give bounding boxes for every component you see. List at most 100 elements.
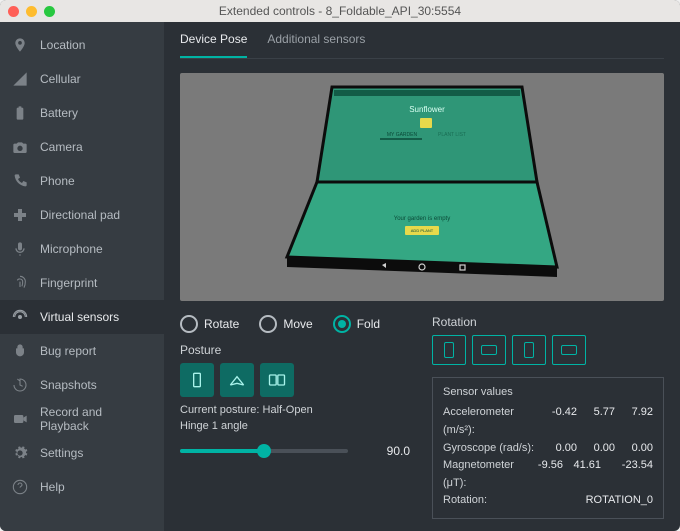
sidebar: Location Cellular Battery Camera Phone D… [0,22,164,531]
sidebar-item-fingerprint[interactable]: Fingerprint [0,266,164,300]
rotation-landscape-button[interactable] [472,335,506,365]
sidebar-item-label: Help [40,480,65,494]
record-icon [12,411,28,427]
sensor-value: -23.54 [601,457,653,475]
sidebar-item-label: Cellular [40,72,81,86]
hinge-angle-slider[interactable] [180,449,348,453]
radio-icon [180,315,198,333]
sidebar-item-phone[interactable]: Phone [0,164,164,198]
sidebar-item-virtual-sensors[interactable]: Virtual sensors [0,300,164,334]
hinge-label: Hinge 1 angle [180,420,248,432]
sidebar-item-directional-pad[interactable]: Directional pad [0,198,164,232]
foldable-device-render: Sunflower MY GARDEN PLANT LIST Your ga [272,82,572,292]
sidebar-item-label: Virtual sensors [40,310,119,324]
landscape-icon [561,345,577,355]
sensor-value: 7.92 [615,404,653,422]
sensor-value: ROTATION_0 [586,492,653,510]
sensor-value: 0.00 [615,440,653,458]
portrait-icon [524,342,534,358]
sensor-value: 0.00 [539,440,577,458]
sensor-value: 0.00 [577,440,615,458]
posture-closed-button[interactable] [180,363,214,397]
rotation-label: Rotation [432,315,664,329]
rotation-buttons [432,335,664,365]
sidebar-item-label: Directional pad [40,208,120,222]
posture-half-open-icon [227,370,247,390]
tab-additional-sensors[interactable]: Additional sensors [267,22,365,58]
signal-icon [12,71,28,87]
hinge-slider-row: 90.0 [180,444,410,458]
rotation-and-sensors: Rotation Sensor values Accelerometer (m/… [432,315,664,519]
sensor-label: Rotation: [443,492,586,510]
microphone-icon [12,241,28,257]
sidebar-item-label: Record and Playback [40,405,152,433]
sensor-row-accelerometer: Accelerometer (m/s²): -0.42 5.77 7.92 [443,404,653,439]
mode-move[interactable]: Move [259,315,312,333]
rotation-landscape-reverse-button[interactable] [552,335,586,365]
titlebar: Extended controls - 8_Foldable_API_30:55… [0,0,680,22]
posture-label: Posture [180,343,410,357]
sidebar-item-record-and-playback[interactable]: Record and Playback [0,402,164,436]
mode-label: Fold [357,317,380,331]
location-pin-icon [12,37,28,53]
sidebar-item-label: Snapshots [40,378,97,392]
battery-icon [12,105,28,121]
sidebar-item-label: Phone [40,174,75,188]
sidebar-item-cellular[interactable]: Cellular [0,62,164,96]
radio-icon [333,315,351,333]
sensor-value: -9.56 [525,457,563,475]
camera-icon [12,139,28,155]
preview-tab-b: PLANT LIST [438,132,466,138]
sensor-value: 41.61 [563,457,601,475]
portrait-icon [444,342,454,358]
sensor-label: Magnetometer (μT): [443,457,525,492]
sidebar-item-help[interactable]: Help [0,470,164,504]
dpad-icon [12,207,28,223]
sensor-values-box: Sensor values Accelerometer (m/s²): -0.4… [432,377,664,519]
posture-closed-icon [187,370,207,390]
posture-buttons [180,363,410,397]
sidebar-item-bug-report[interactable]: Bug report [0,334,164,368]
help-icon [12,479,28,495]
sidebar-item-location[interactable]: Location [0,28,164,62]
sidebar-item-label: Settings [40,446,83,460]
pose-controls: Rotate Move Fold Posture [180,315,410,458]
sensor-row-gyroscope: Gyroscope (rad/s): 0.00 0.00 0.00 [443,440,653,458]
window-title: Extended controls - 8_Foldable_API_30:55… [0,4,680,18]
phone-icon [12,173,28,189]
bug-icon [12,343,28,359]
sensors-icon [12,309,28,325]
hinge-angle-value: 90.0 [358,444,410,458]
mode-selector: Rotate Move Fold [180,315,410,333]
posture-open-button[interactable] [260,363,294,397]
posture-half-open-button[interactable] [220,363,254,397]
sidebar-item-microphone[interactable]: Microphone [0,232,164,266]
sensor-label: Gyroscope (rad/s): [443,440,539,458]
controls-row: Rotate Move Fold Posture [180,315,664,519]
tabs: Device Pose Additional sensors [180,22,664,59]
preview-empty-text: Your garden is empty [394,216,450,222]
rotation-portrait-button[interactable] [432,335,466,365]
sidebar-item-snapshots[interactable]: Snapshots [0,368,164,402]
posture-open-icon [267,370,287,390]
preview-app-title: Sunflower [409,105,445,114]
gear-icon [12,445,28,461]
device-preview[interactable]: Sunflower MY GARDEN PLANT LIST Your ga [180,73,664,301]
sensor-row-magnetometer: Magnetometer (μT): -9.56 41.61 -23.54 [443,457,653,492]
sensor-values-title: Sensor values [443,386,653,398]
mode-rotate[interactable]: Rotate [180,315,239,333]
preview-cta: ADD PLANT [411,228,434,233]
current-posture-text: Current posture: Half-Open Hinge 1 angle [180,403,410,434]
sensor-value: -0.42 [539,404,577,422]
sidebar-item-camera[interactable]: Camera [0,130,164,164]
sidebar-item-settings[interactable]: Settings [0,436,164,470]
sensor-label: Accelerometer (m/s²): [443,404,539,439]
sidebar-item-label: Camera [40,140,83,154]
sidebar-item-battery[interactable]: Battery [0,96,164,130]
rotation-portrait-reverse-button[interactable] [512,335,546,365]
mode-fold[interactable]: Fold [333,315,380,333]
sensor-value: 5.77 [577,404,615,422]
tab-device-pose[interactable]: Device Pose [180,22,247,58]
window: Extended controls - 8_Foldable_API_30:55… [0,0,680,531]
sidebar-item-label: Battery [40,106,78,120]
